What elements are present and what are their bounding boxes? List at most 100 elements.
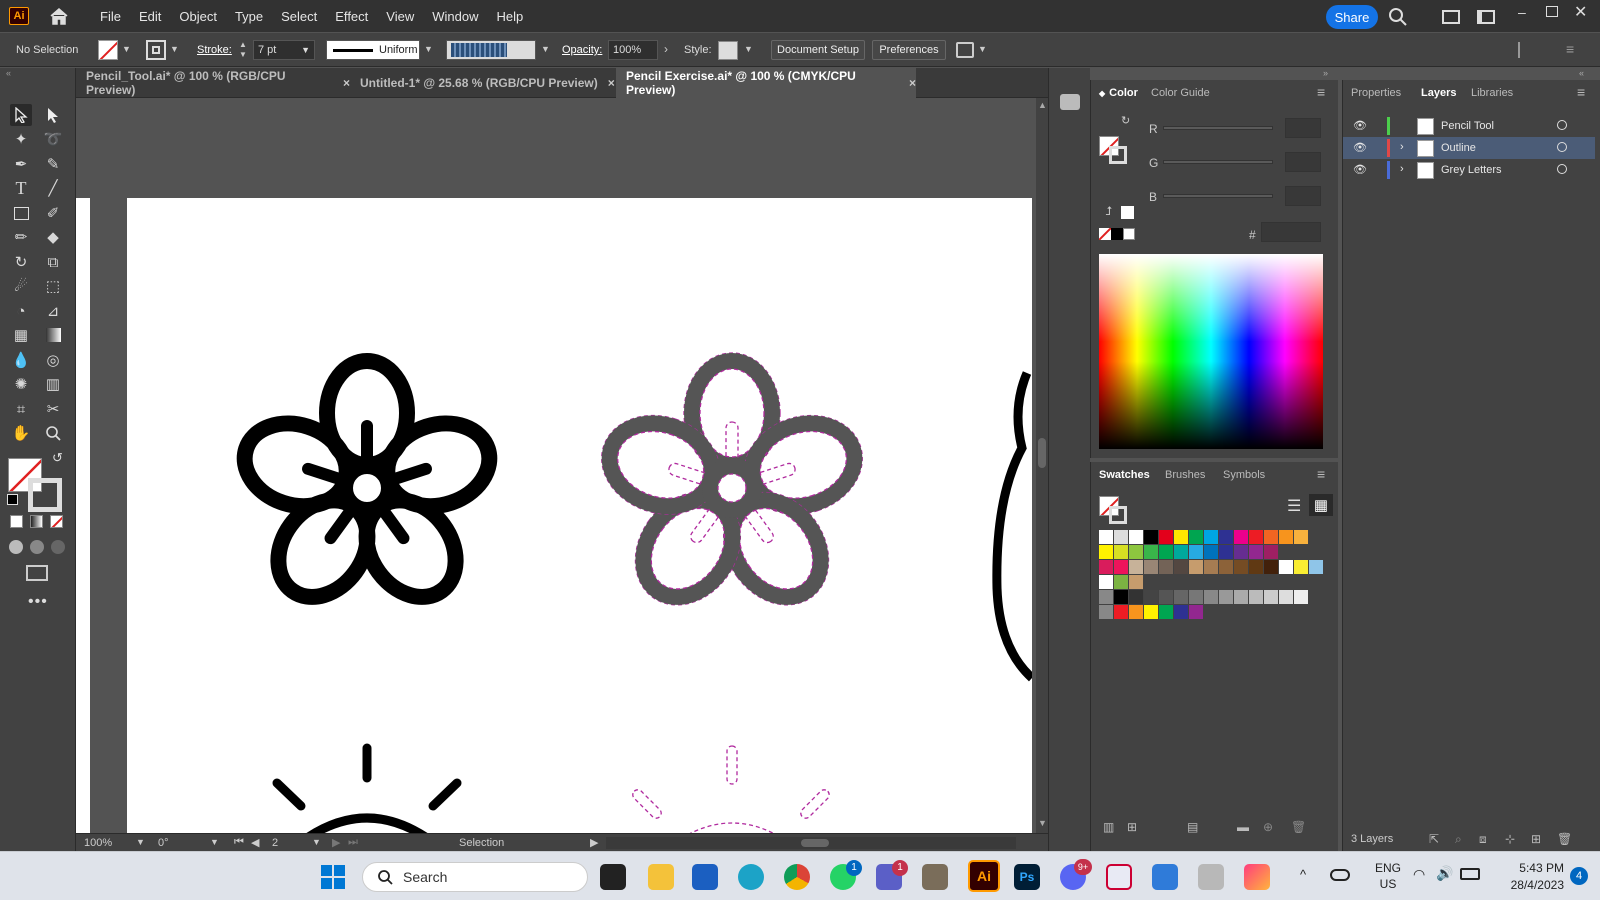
rectangle-tool-icon[interactable] [10,202,32,224]
photos-icon[interactable] [1152,864,1178,890]
style-dropdown-icon[interactable]: ▼ [744,44,753,54]
rotate-tool-icon[interactable]: ↻ [10,251,32,273]
delete-layer-icon[interactable]: 🗑 [1557,832,1572,846]
panel-menu-icon[interactable]: ≡ [1566,41,1574,57]
hex-input[interactable] [1261,222,1321,242]
swap-icon[interactable]: ↻ [1121,114,1130,127]
close-tab-icon[interactable]: × [608,76,615,90]
brush-dropdown-icon[interactable]: ▼ [541,44,550,54]
rotation-dropdown-icon[interactable]: ▼ [210,837,219,847]
onedrive-icon[interactable] [1330,869,1350,881]
status-menu-icon[interactable]: ▶ [590,836,598,849]
new-swatch-icon[interactable]: ⊕ [1263,820,1273,834]
white-swatch[interactable] [1123,228,1135,240]
volume-icon[interactable]: 🔊 [1436,865,1453,882]
color-swatch[interactable] [1204,530,1218,544]
language-indicator[interactable]: ENG US [1370,860,1406,892]
chrome-icon[interactable] [784,864,810,890]
vertical-scrollbar[interactable]: ▲ ▼ [1036,98,1048,833]
scroll-down-icon[interactable]: ▼ [1038,818,1047,828]
color-swatch[interactable] [1234,545,1248,559]
gradient-mode-icon[interactable] [30,515,43,528]
stroke-profile-select[interactable]: Uniform [326,40,420,60]
fill-dropdown-icon[interactable]: ▼ [122,44,131,54]
comments-icon[interactable] [1060,94,1080,110]
align-icon[interactable] [1518,42,1534,58]
color-swatch[interactable] [1309,560,1323,574]
color-swatch[interactable] [1219,560,1233,574]
color-swatch[interactable] [1174,605,1188,619]
opacity-label[interactable]: Opacity: [562,44,602,56]
black-swatch[interactable] [1111,228,1123,240]
column-graph-tool-icon[interactable]: ▥ [42,373,64,395]
arrange-documents-icon[interactable] [1442,10,1460,24]
tab-properties[interactable]: Properties [1351,80,1401,106]
color-swatch[interactable] [1144,530,1158,544]
color-swatch[interactable] [1159,560,1173,574]
color-swatch[interactable] [1129,530,1143,544]
hand-tool-icon[interactable]: ✋ [10,422,32,444]
color-swatch[interactable] [1099,545,1113,559]
color-swatch[interactable] [1174,530,1188,544]
arrange-icon[interactable] [956,42,974,58]
color-swatch[interactable] [1189,530,1203,544]
edge-icon[interactable] [738,864,764,890]
color-swatch[interactable] [1249,530,1263,544]
grid-view-icon[interactable]: ▦ [1309,494,1333,516]
visibility-eye-icon[interactable]: 👁 [1353,119,1367,132]
arrange-dropdown-icon[interactable]: ▼ [978,44,987,54]
first-artboard-icon[interactable]: ⏮ [234,836,244,849]
slice-tool-icon[interactable]: ✂ [42,398,64,420]
color-swatch[interactable] [1189,545,1203,559]
visibility-eye-icon[interactable]: 👁 [1353,163,1367,176]
brush-definition-select[interactable] [446,40,536,60]
draw-behind-icon[interactable] [30,540,44,554]
color-swatch[interactable] [1219,590,1233,604]
list-view-icon[interactable]: ☰ [1287,496,1301,516]
tab-symbols[interactable]: Symbols [1223,462,1265,488]
warp-tool-icon[interactable]: ☄ [10,275,32,297]
zoom-dropdown-icon[interactable]: ▼ [136,837,145,847]
color-swatch[interactable] [1114,590,1128,604]
task-view-icon[interactable] [600,864,626,890]
creative-cloud-icon[interactable] [1244,864,1270,890]
document-setup-button[interactable]: Document Setup [771,40,865,60]
shape-builder-tool-icon[interactable]: ◔ [10,300,32,322]
tab-color[interactable]: ◆ Color [1099,80,1138,106]
tab-pencil-exercise[interactable]: Pencil Exercise.ai* @ 100 % (CMYK/CPU Pr… [616,68,916,98]
color-swatch[interactable] [1129,590,1143,604]
tab-color-guide[interactable]: Color Guide [1151,80,1210,106]
direct-selection-tool-icon[interactable] [42,104,64,126]
menu-view[interactable]: View [377,9,423,24]
panel-menu-icon[interactable]: ≡ [1577,84,1585,100]
color-swatch[interactable] [1144,560,1158,574]
panel-collapse-icon[interactable]: « [1579,68,1584,78]
share-button[interactable]: Share [1326,5,1378,29]
menu-window[interactable]: Window [423,9,487,24]
taskbar-search-box[interactable]: Search [362,862,588,892]
color-swatch[interactable] [1114,560,1128,574]
clipping-mask-icon[interactable]: ⧈ [1479,832,1487,847]
mesh-tool-icon[interactable]: ▦ [10,324,32,346]
opacity-input[interactable]: 100% [608,40,658,60]
stroke-dropdown-icon[interactable]: ▼ [170,44,179,54]
curvature-tool-icon[interactable]: ✎ [42,153,64,175]
scale-tool-icon[interactable]: ⧉ [42,251,64,273]
zoom-level[interactable]: 100% [84,837,112,849]
color-swatch[interactable] [1234,530,1248,544]
locate-object-icon[interactable]: ⌕ [1455,832,1462,847]
b-slider[interactable] [1163,194,1273,198]
layer-row[interactable]: 👁 Pencil Tool [1343,115,1595,137]
home-icon[interactable] [49,7,69,25]
target-circle-icon[interactable] [1557,164,1567,174]
snipping-tool-icon[interactable] [1106,864,1132,890]
color-swatch[interactable] [1114,530,1128,544]
draw-normal-icon[interactable] [9,540,23,554]
more-tools-icon[interactable]: ••• [28,593,48,611]
next-artboard-icon[interactable]: ▶ [332,836,340,849]
color-swatch[interactable] [1234,590,1248,604]
preferences-button[interactable]: Preferences [872,40,946,60]
canvas-area[interactable] [76,98,1036,833]
opacity-arrow-icon[interactable]: › [664,42,668,56]
color-stroke-indicator[interactable] [1109,146,1127,164]
